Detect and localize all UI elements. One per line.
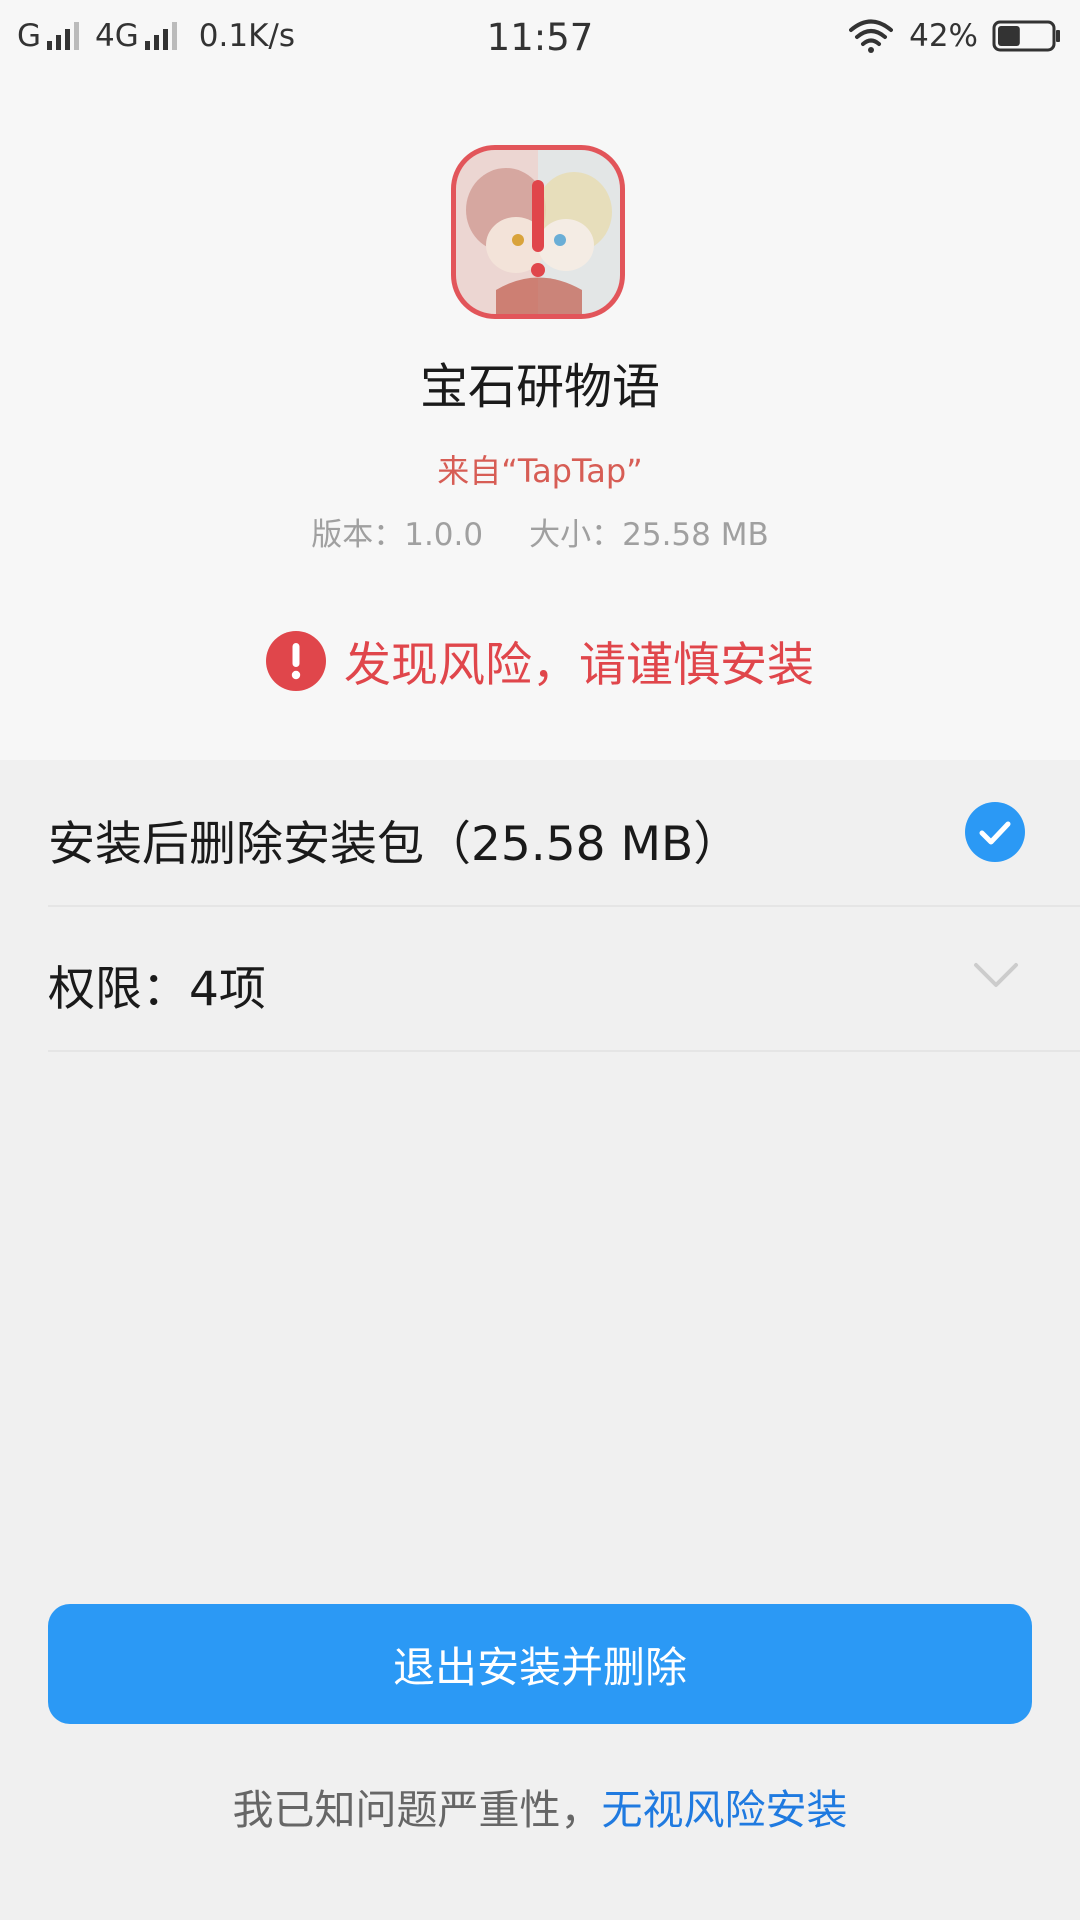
app-source: 来自“TapTap” [437,452,643,490]
status-right: 42% [849,18,1062,54]
battery-icon [992,20,1060,52]
app-info-header: 宝石研物语 来自“TapTap” 版本：1.0.0 大小：25.58 MB 发现风… [0,76,1080,760]
chevron-down-icon[interactable] [972,957,1020,993]
app-version: 版本：1.0.0 [311,517,484,553]
exclamation-circle-icon [266,630,326,691]
permissions-row[interactable]: 权限：4项 [48,905,1080,1052]
battery-percent: 42% [909,18,978,54]
exit-install-delete-button[interactable]: 退出安装并删除 [48,1604,1032,1724]
delete-package-row[interactable]: 安装后删除安装包（25.58 MB） [48,760,1080,907]
permissions-label: 权限：4项 [48,962,266,1017]
wifi-icon [849,19,894,53]
ignore-risk-install-link[interactable]: 无视风险安装 [602,1786,848,1834]
app-size: 大小：25.58 MB [529,517,769,553]
risk-warning: 发现风险，请谨慎安装 [0,626,1080,695]
checkbox-checked-icon[interactable] [965,802,1025,862]
risk-text: 发现风险，请谨慎安装 [344,638,814,693]
footer-prefix: 我已知问题严重性， [232,1786,602,1834]
status-bar: G 4G 0.1K/s 11:57 42% [0,0,1080,76]
app-meta: 版本：1.0.0 大小：25.58 MB [0,509,1080,554]
footer-note: 我已知问题严重性，无视风险安装 [0,1776,1080,1836]
app-name: 宝石研物语 [419,359,660,415]
delete-package-label: 安装后删除安装包（25.58 MB） [48,817,741,872]
app-icon [451,145,625,319]
app-artwork [466,168,612,314]
